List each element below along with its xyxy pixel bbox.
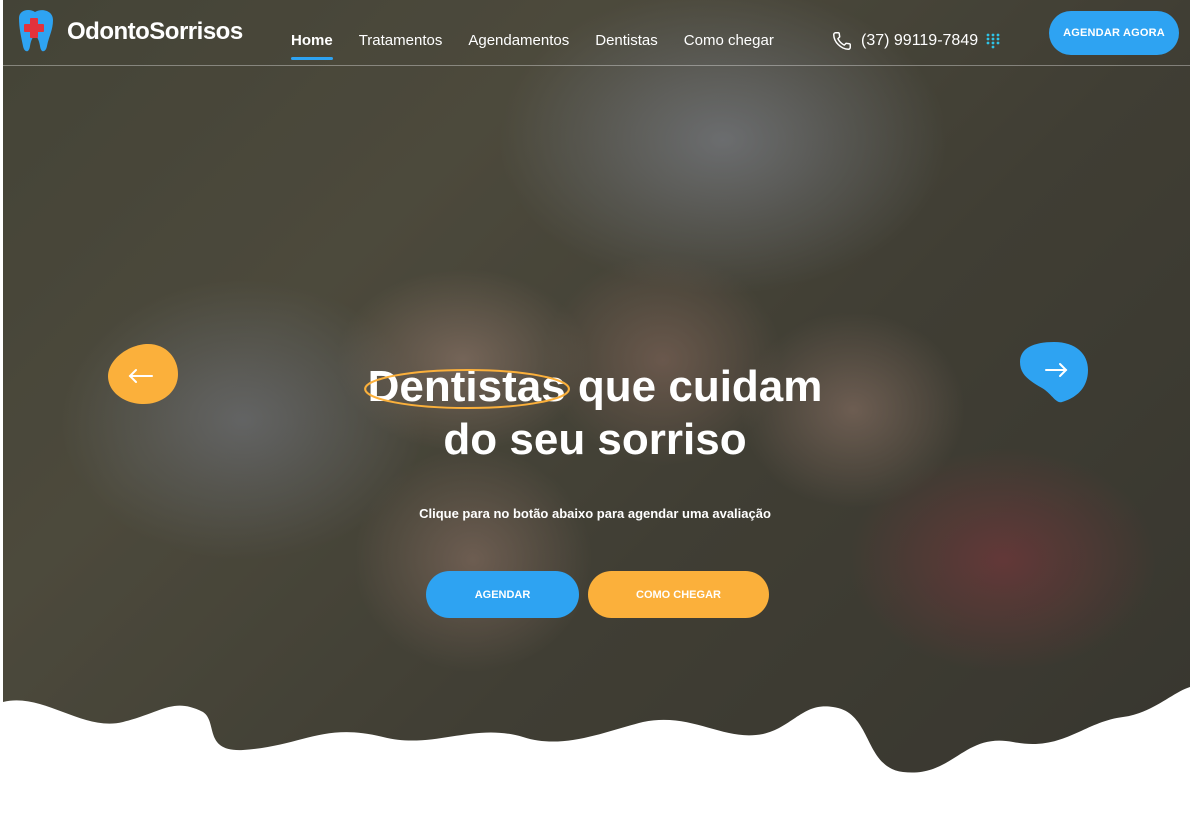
- nav-item-agendamentos[interactable]: Agendamentos: [468, 32, 569, 59]
- phone-icon: [833, 32, 851, 50]
- schedule-button[interactable]: AGENDAR: [426, 571, 579, 618]
- schedule-now-button[interactable]: AGENDAR AGORA: [1049, 11, 1179, 55]
- nav-item-como-chegar[interactable]: Como chegar: [684, 32, 774, 59]
- phone-number: (37) 99119-7849: [861, 32, 979, 49]
- headline-highlight-text: Dentistas: [367, 362, 566, 411]
- headline-highlight-word: Dentistas: [363, 360, 570, 413]
- brand-name: OdontoSorrisos: [67, 18, 243, 45]
- nav-item-dentistas[interactable]: Dentistas: [595, 32, 658, 59]
- brand-logo[interactable]: OdontoSorrisos: [13, 8, 243, 56]
- wave-divider: [3, 687, 1190, 812]
- tooth-logo-icon: [19, 10, 53, 52]
- hero-headline: Dentistas que cuidam do seu sorriso: [250, 360, 940, 466]
- top-navigation-bar: OdontoSorrisos Home Tratamentos Agendame…: [3, 0, 1190, 66]
- carousel-prev-button[interactable]: [106, 342, 180, 406]
- carousel-next-button[interactable]: [1018, 340, 1090, 406]
- headline-line1-rest: que cuidam: [577, 362, 823, 411]
- main-menu: Home Tratamentos Agendamentos Dentistas …: [291, 32, 800, 60]
- hero-subtitle: Clique para no botão abaixo para agendar…: [419, 506, 771, 521]
- directions-button[interactable]: COMO CHEGAR: [588, 571, 769, 618]
- dots-grid-icon[interactable]: [986, 33, 1000, 49]
- phone-contact[interactable]: (37) 99119-7849: [831, 30, 1000, 52]
- nav-item-tratamentos[interactable]: Tratamentos: [359, 32, 443, 59]
- headline-line2: do seu sorriso: [443, 415, 747, 464]
- nav-item-home[interactable]: Home: [291, 32, 333, 60]
